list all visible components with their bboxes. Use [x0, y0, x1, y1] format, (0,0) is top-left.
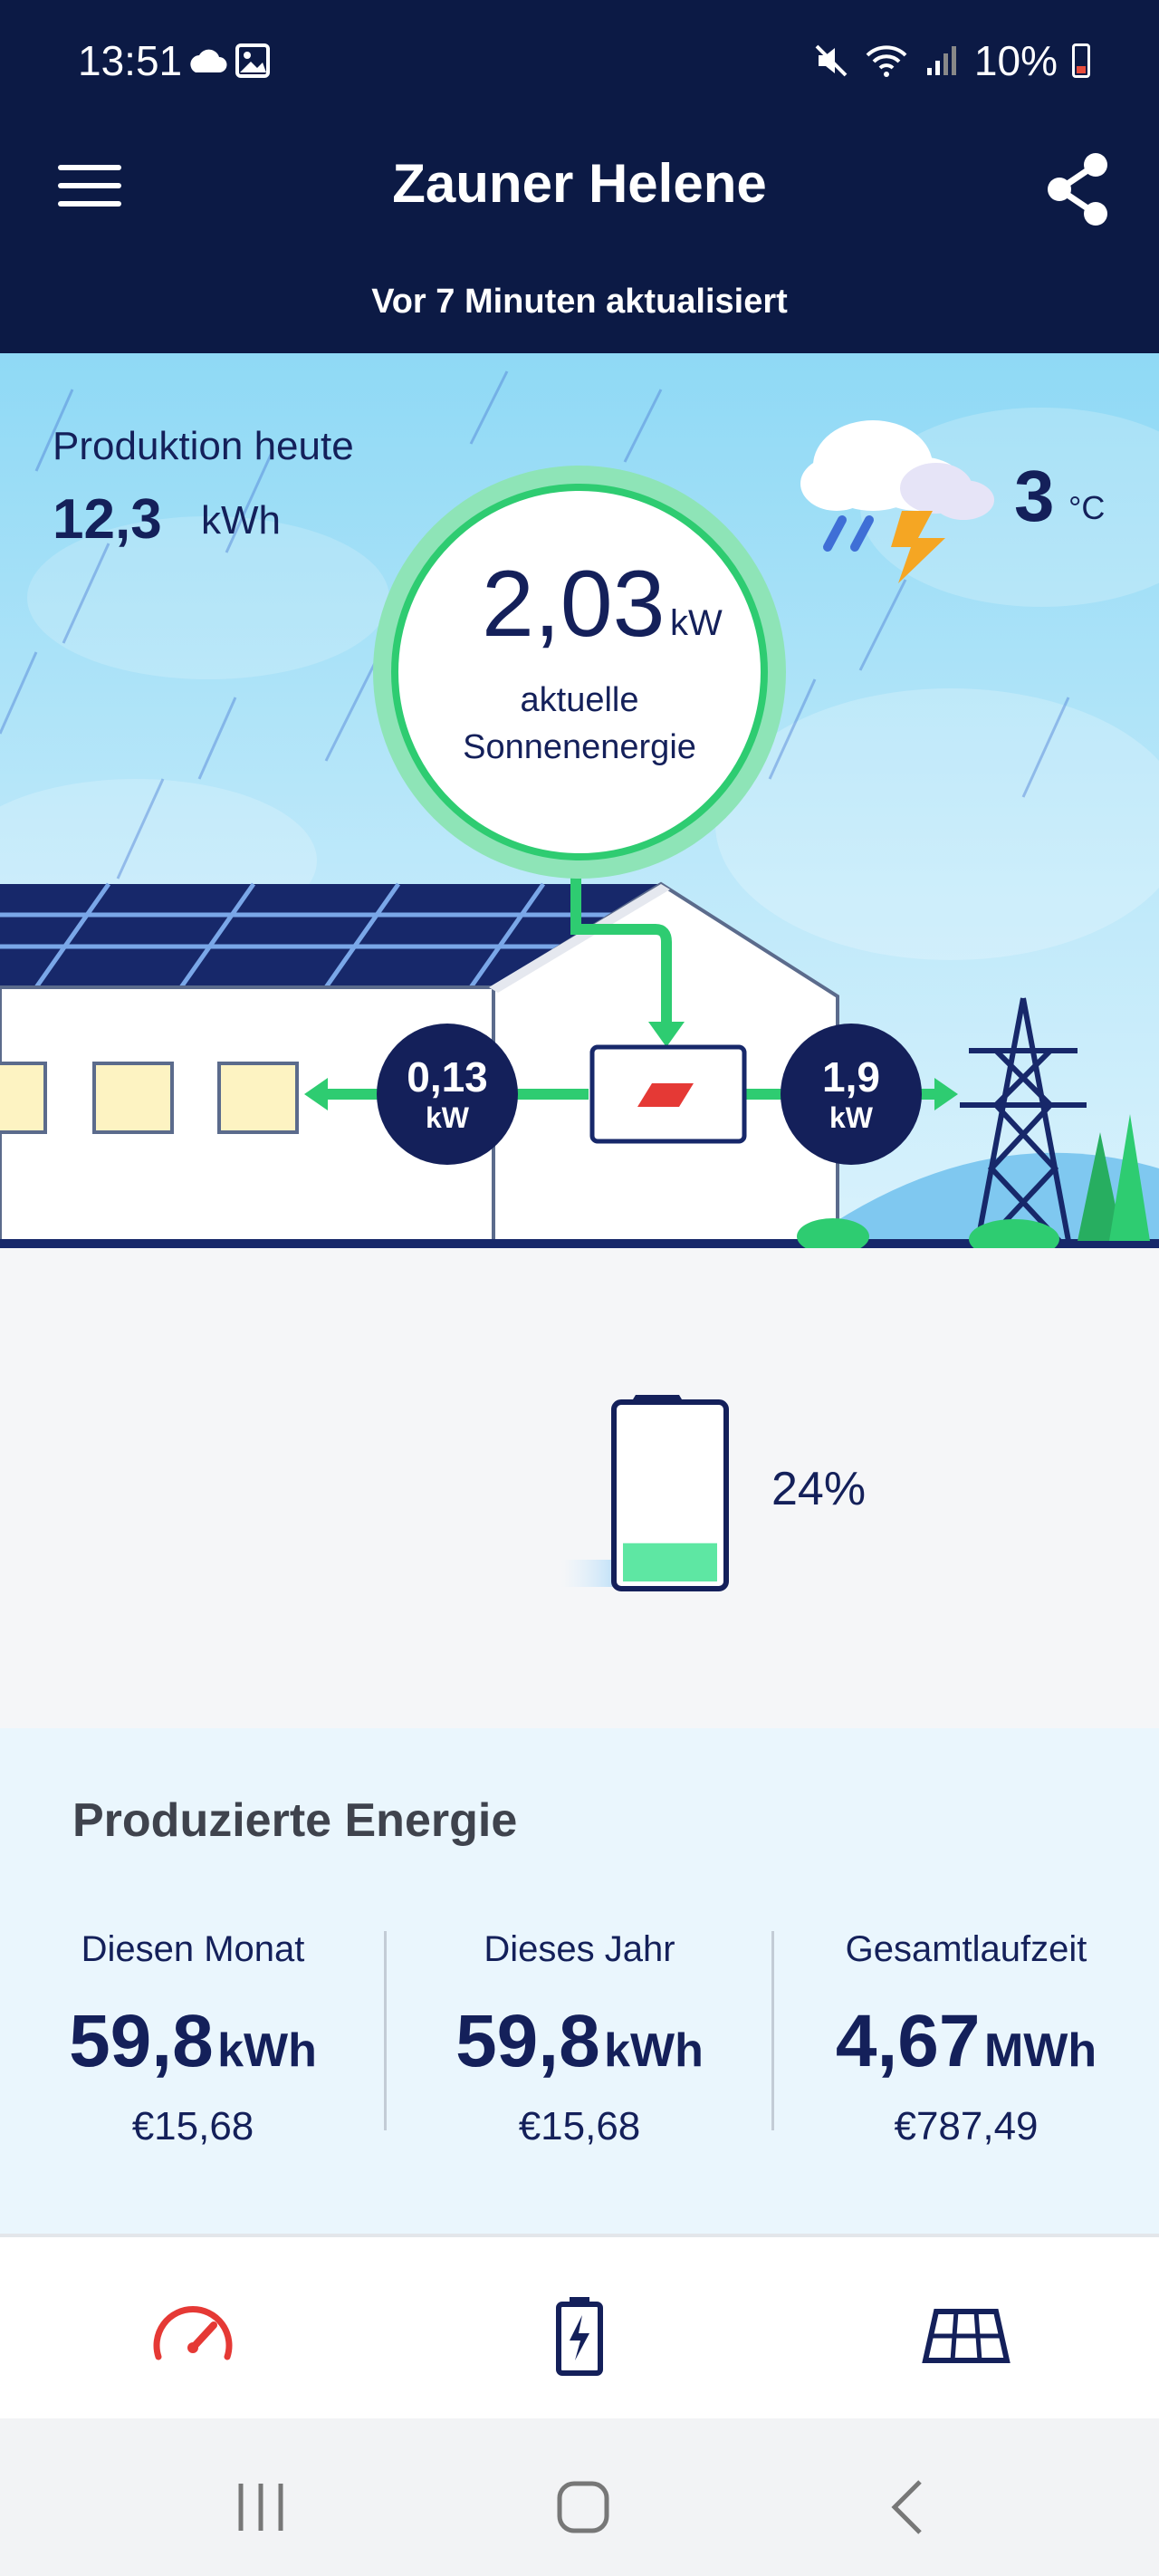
current-power-value: 2,03 — [482, 552, 666, 657]
system-navigation-bar — [0, 2418, 1159, 2576]
energy-total-money: €787,49 — [894, 2104, 1039, 2148]
gauge-icon[interactable] — [143, 2284, 243, 2384]
production-today-label: Produktion heute — [53, 424, 354, 468]
wifi-icon — [866, 45, 907, 77]
current-power-label-2: Sonnenenergie — [463, 728, 696, 766]
energy-year-money: €15,68 — [518, 2104, 641, 2148]
energy-total[interactable]: Gesamtlaufzeit 4,67 MWh €787,49 — [773, 1929, 1159, 2149]
temperature-unit: °C — [1068, 489, 1106, 526]
energy-year-unit: kWh — [604, 2024, 704, 2077]
status-right: 10% — [813, 36, 1090, 85]
energy-year-label: Dieses Jahr — [484, 1929, 675, 1969]
produced-energy-section: Produzierte Energie Diesen Monat 59,8 kW… — [0, 1728, 1159, 2234]
house-consumption-badge: 0,13 kW — [377, 1024, 518, 1165]
solar-panel-icon[interactable] — [916, 2284, 1016, 2384]
cloud-icon — [190, 43, 270, 78]
page-title: Zauner Helene — [392, 153, 767, 214]
energy-total-unit: MWh — [983, 2024, 1097, 2077]
energy-month-unit: kWh — [217, 2024, 317, 2077]
recent-apps-icon[interactable] — [225, 2471, 297, 2543]
battery-status-icon — [1072, 43, 1090, 78]
last-updated: Vor 7 Minuten aktualisiert — [371, 283, 788, 321]
signal-icon — [926, 46, 956, 75]
status-bar: 13:51 10% — [0, 0, 1159, 94]
current-power-circle[interactable]: 2,03 kW aktuelle Sonnenenergie — [373, 466, 786, 879]
energy-month-money: €15,68 — [131, 2104, 254, 2148]
energy-flow-illustration: 3 °C Produktion heute 12,3 kWh 2,03 kW a… — [0, 353, 1159, 1248]
current-power-unit: kW — [670, 603, 723, 643]
bottom-nav — [0, 2234, 1159, 2418]
energy-year-value: 59,8 — [455, 2000, 600, 2082]
grid-feed-badge: 1,9 kW — [781, 1024, 922, 1165]
production-today-value: 12,3 — [53, 488, 162, 551]
energy-year[interactable]: Dieses Jahr 59,8 kWh €15,68 — [387, 1929, 772, 2149]
back-icon[interactable] — [873, 2471, 945, 2543]
home-icon[interactable] — [547, 2471, 619, 2543]
energy-total-value: 4,67 — [835, 2000, 981, 2082]
energy-month[interactable]: Diesen Monat 59,8 kWh €15,68 — [0, 1929, 386, 2149]
house-consumption-unit: kW — [426, 1101, 469, 1134]
house-consumption-value: 0,13 — [407, 1053, 488, 1101]
battery-level-icon[interactable] — [561, 1388, 742, 1605]
battery-section: 24% — [0, 1248, 1159, 1728]
energy-month-value: 59,8 — [69, 2000, 214, 2082]
app-header: Zauner Helene Vor 7 Minuten aktualisiert — [0, 94, 1159, 353]
battery-text: 10% — [973, 37, 1058, 84]
production-today-unit: kWh — [201, 498, 281, 543]
battery-charge-icon[interactable] — [530, 2284, 629, 2384]
grid-feed-value: 1,9 — [822, 1053, 880, 1101]
current-power-inner: 2,03 kW aktuelle Sonnenenergie — [391, 484, 768, 860]
grid-feed-unit: kW — [829, 1101, 873, 1134]
share-icon[interactable] — [1041, 149, 1114, 230]
mute-icon — [815, 44, 848, 77]
temperature-value: 3 — [1014, 456, 1055, 536]
current-power-label-1: aktuelle — [520, 681, 639, 719]
energy-total-label: Gesamtlaufzeit — [845, 1929, 1087, 1969]
battery-percentage: 24% — [771, 1463, 867, 1515]
status-time: 13:51 — [78, 37, 183, 84]
section-title: Produzierte Energie — [72, 1794, 518, 1847]
rain-thunder-cloud-icon — [800, 420, 994, 583]
energy-month-label: Diesen Monat — [81, 1929, 305, 1969]
